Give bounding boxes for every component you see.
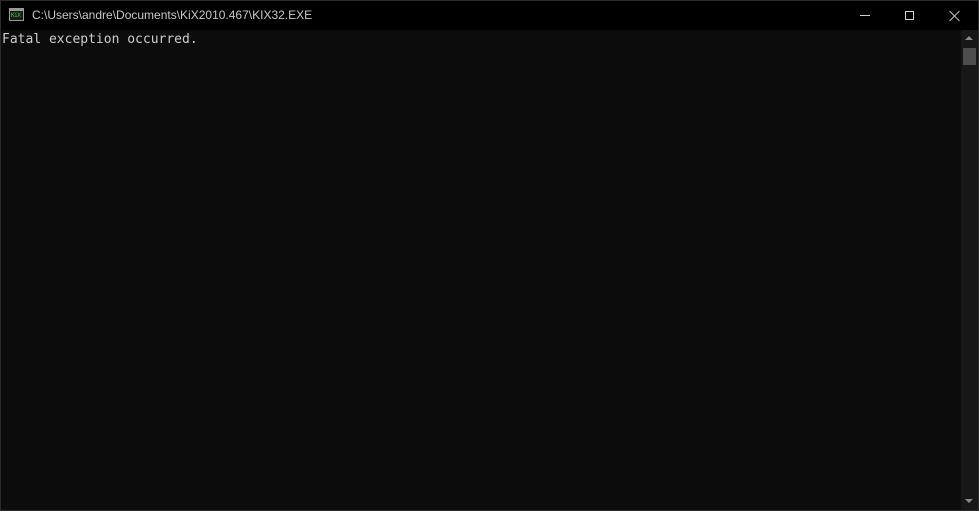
console-output[interactable]: Fatal exception occurred. [1, 30, 961, 510]
close-button[interactable] [932, 1, 977, 30]
console-line: Fatal exception occurred. [2, 32, 198, 47]
console-app-icon[interactable]: KiX [9, 8, 24, 21]
minimize-button[interactable] [842, 1, 887, 30]
scrollbar-thumb[interactable] [963, 48, 976, 65]
maximize-icon [905, 11, 914, 20]
icon-label: KiX [11, 12, 21, 19]
maximize-button[interactable] [887, 1, 932, 30]
scroll-down-arrow-icon[interactable] [965, 499, 973, 503]
title-bar[interactable]: KiX C:\Users\andre\Documents\KiX2010.467… [1, 1, 978, 30]
console-window: KiX C:\Users\andre\Documents\KiX2010.467… [0, 0, 979, 511]
vertical-scrollbar[interactable] [961, 30, 978, 510]
window-title: C:\Users\andre\Documents\KiX2010.467\KIX… [32, 8, 313, 22]
scroll-up-arrow-icon[interactable] [965, 36, 973, 40]
icon-bar [10, 9, 23, 11]
minimize-icon [859, 15, 870, 16]
close-icon [949, 10, 961, 22]
